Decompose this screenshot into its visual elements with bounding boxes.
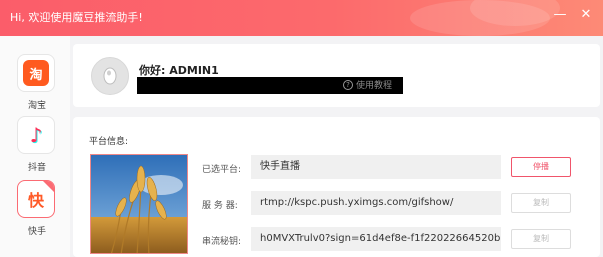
wheat-image — [91, 155, 187, 253]
stop-stream-button[interactable]: 停播 — [511, 157, 571, 177]
avatar[interactable] — [91, 57, 129, 95]
selected-corner-icon — [42, 181, 54, 193]
copy-server-button[interactable]: 复制 — [511, 193, 571, 213]
section-title: 平台信息: — [89, 137, 129, 147]
help-icon: ? — [343, 79, 353, 90]
close-button[interactable]: ✕ — [577, 6, 595, 24]
kuaishou-icon: 快 — [17, 180, 55, 218]
sidebar-item-label: 快手 — [27, 227, 46, 237]
greeting-text: 你好: ADMIN1 — [139, 64, 219, 77]
title-bar: Hi, 欢迎使用魔豆推流助手! — ✕ — [0, 0, 603, 36]
taobao-icon: 淘 — [17, 54, 55, 92]
douyin-icon: ♪ — [17, 116, 55, 154]
help-label: 使用教程 — [356, 81, 393, 91]
sidebar-item-label: 淘宝 — [27, 101, 46, 111]
profile-card: 你好: ADMIN1 ? 使用教程 — [73, 44, 600, 107]
help-link[interactable]: ? 使用教程 — [343, 78, 392, 91]
server-url-field[interactable]: rtmp://kspc.push.yximgs.com/gifshow/ — [251, 191, 501, 215]
copy-stream-key-button[interactable]: 复制 — [511, 229, 571, 249]
platform-label: 已选平台: — [202, 165, 242, 175]
platform-sidebar: 淘 淘宝 ♪ 抖音 快 快手 — [0, 36, 70, 257]
minimize-button[interactable]: — — [551, 6, 569, 24]
stream-key-field[interactable]: h0MVXTrulv0?sign=61d4ef8e-f1f22022664520… — [251, 227, 501, 251]
server-label: 服 务 器: — [202, 201, 238, 211]
stream-key-label: 串流秘钥: — [202, 237, 242, 247]
user-placeholder-icon — [103, 67, 117, 85]
sidebar-item-label: 抖音 — [27, 163, 46, 173]
platform-info-card: 平台信息: 已选平台: 快手直播 停播 服 务 器: rtmp://kspc.p… — [73, 117, 600, 257]
selected-platform-field: 快手直播 — [251, 155, 501, 179]
sidebar-item-douyin[interactable]: ♪ 抖音 — [17, 116, 57, 173]
window-title: Hi, 欢迎使用魔豆推流助手! — [10, 11, 143, 24]
sidebar-item-taobao[interactable]: 淘 淘宝 — [17, 54, 57, 111]
live-cover-image — [90, 154, 188, 254]
sidebar-item-kuaishou[interactable]: 快 快手 — [17, 180, 57, 237]
